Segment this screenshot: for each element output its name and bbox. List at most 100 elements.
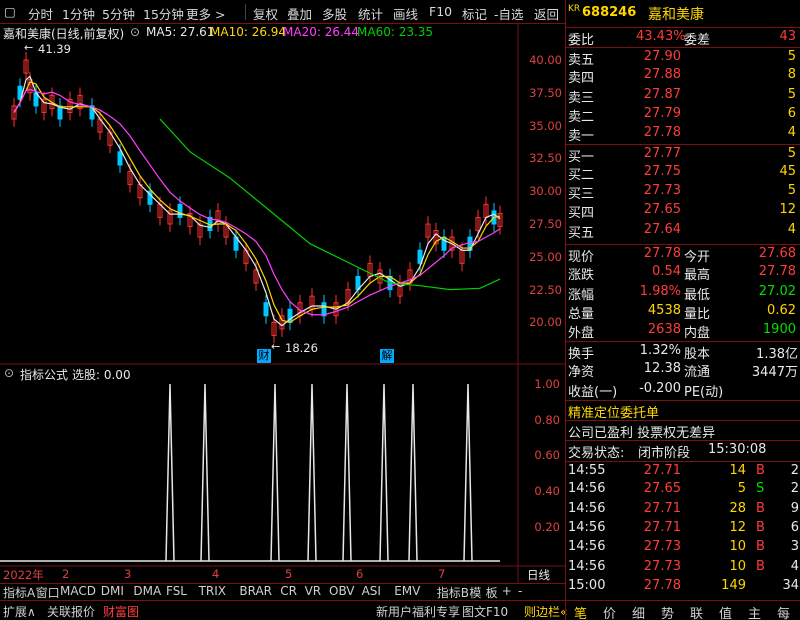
- bid-row[interactable]: 买四 27.65 12: [566, 201, 800, 221]
- add-watchlist-button[interactable]: -自选: [494, 4, 524, 23]
- time-axis: 2022年 2 3 4 5 6 7 日线: [0, 566, 565, 582]
- bottom-tab[interactable]: 财富图: [103, 603, 139, 620]
- indicator-tab[interactable]: 指标A: [3, 584, 35, 601]
- signal-spike: [165, 383, 175, 562]
- signal-spike: [307, 383, 317, 562]
- bottom-tab[interactable]: 新用户福利专享: [376, 603, 460, 620]
- fuquan-button[interactable]: 复权: [253, 4, 278, 23]
- quote-tab[interactable]: 笔: [574, 603, 587, 620]
- stat-row: 收益(一) -0.200 PE(动): [568, 380, 724, 400]
- bid-row[interactable]: 买一 27.77 5: [566, 143, 800, 165]
- indicator-tab[interactable]: CR: [280, 584, 297, 598]
- weibi-row: 委比 43.43% 委差 43: [566, 27, 800, 48]
- toolbar-icon[interactable]: ▢: [4, 4, 16, 19]
- ma60-label: MA60: 23.35: [357, 25, 434, 39]
- indicator-title[interactable]: 指标公式: [20, 366, 68, 383]
- arrow-icon: ←: [271, 340, 281, 353]
- bottom-tab[interactable]: 关联报价: [47, 603, 95, 620]
- indicator-tab[interactable]: 窗口: [36, 584, 60, 601]
- ask-row[interactable]: 卖二 27.79 6: [566, 105, 800, 125]
- indicator-tab[interactable]: ASI: [362, 584, 381, 598]
- market-badge: KR: [568, 4, 581, 14]
- unlock-marker[interactable]: 解: [380, 349, 394, 363]
- promo-row[interactable]: 精准定位委托单: [566, 400, 800, 421]
- draw-line-button[interactable]: 画线: [393, 4, 418, 23]
- tab-15min[interactable]: 15分钟: [143, 4, 184, 23]
- bottom-tab[interactable]: 图文F10: [462, 603, 508, 620]
- time-label: 4: [212, 567, 220, 581]
- tick-row: 14:56 27.71 12 B 6: [568, 519, 799, 535]
- bottom-tabs: 扩展∧ 关联报价 财富图 新用户福利专享 图文F10 则边栏«: [0, 600, 567, 620]
- stats-button[interactable]: 统计: [358, 4, 383, 23]
- indicator-tab[interactable]: DMA: [133, 584, 161, 598]
- bottom-tab[interactable]: 则边栏«: [524, 603, 567, 620]
- quote-tab[interactable]: 每: [777, 603, 790, 620]
- tick-row: 14:56 27.73 10 B 4: [568, 558, 799, 574]
- tab-1min[interactable]: 1分钟: [62, 4, 95, 23]
- indicator-value: 选股: 0.00: [72, 368, 131, 382]
- indicator-tab[interactable]: OBV: [329, 584, 355, 598]
- tab-more[interactable]: 更多 >: [186, 4, 225, 23]
- info-row: 公司已盈利 投票权无差异: [566, 420, 800, 441]
- indicator-tab[interactable]: TRIX: [199, 584, 226, 598]
- kline-chart-canvas[interactable]: [0, 0, 565, 620]
- back-button[interactable]: 返回: [534, 4, 559, 23]
- mark-button[interactable]: 标记: [462, 4, 487, 23]
- indicator-tab[interactable]: 板: [486, 584, 498, 601]
- indicator-tab[interactable]: 模: [469, 584, 481, 601]
- overlay-button[interactable]: 叠加: [287, 4, 312, 23]
- ask-row[interactable]: 卖四 27.88 8: [566, 66, 800, 86]
- price-tick-label: 27.50: [529, 217, 562, 231]
- chevron-down-icon[interactable]: ⊙: [4, 366, 14, 380]
- multi-stock-button[interactable]: 多股: [322, 4, 347, 23]
- quote-tab[interactable]: 势: [661, 603, 674, 620]
- quote-tab[interactable]: 细: [632, 603, 645, 620]
- tab-5min[interactable]: 5分钟: [102, 4, 135, 23]
- indicator-tabs: 指标A 窗口 MACD DMI DMA FSL TRIX BRAR CR VR OBV ASI EMV 指…: [0, 583, 565, 600]
- indicator-tab[interactable]: VR: [305, 584, 322, 598]
- indicator-tab[interactable]: +: [502, 584, 512, 598]
- indicator-tab[interactable]: MACD: [60, 584, 96, 598]
- indicator-tick-label: 0.40: [534, 484, 560, 499]
- indicator-tab[interactable]: DMI: [101, 584, 124, 598]
- signal-spike: [379, 383, 389, 562]
- quote-tab[interactable]: 值: [719, 603, 732, 620]
- tick-row: 14:56 27.65 5 S 2: [568, 481, 799, 497]
- tick-row: 14:56 27.71 28 B 9: [568, 500, 799, 516]
- quote-tab[interactable]: 价: [603, 603, 616, 620]
- bid-row[interactable]: 买三 27.73 5: [566, 182, 800, 202]
- stock-name: 嘉和美康: [648, 7, 704, 23]
- indicator-tab[interactable]: EMV: [394, 584, 420, 598]
- ask-row[interactable]: 卖五 27.90 5: [566, 47, 800, 68]
- indicator-tab[interactable]: BRAR: [239, 584, 272, 598]
- indicator-tick-label: 0.20: [534, 519, 560, 534]
- price-tick-label: 37.50: [529, 85, 562, 100]
- quote-tab[interactable]: 联: [690, 603, 703, 620]
- indicator-tab[interactable]: FSL: [166, 584, 187, 598]
- chevron-down-icon[interactable]: ⊙: [130, 25, 140, 39]
- tick-row: 15:00 27.78 149 34: [568, 577, 799, 593]
- quote-tab[interactable]: 主: [748, 603, 761, 620]
- signal-spike: [200, 383, 210, 562]
- tick-row: 14:56 27.73 10 B 3: [568, 539, 799, 555]
- bid-row[interactable]: 买五 27.64 4: [566, 221, 800, 241]
- bid-row[interactable]: 买二 27.75 45: [566, 163, 800, 183]
- ask-row[interactable]: 卖三 27.87 5: [566, 86, 800, 106]
- ma5-label: MA5: 27.61: [146, 25, 215, 39]
- indicator-tick-label: 0.80: [534, 412, 560, 427]
- bottom-tab[interactable]: 扩展∧: [3, 603, 36, 620]
- indicator-tick-label: 0.60: [534, 448, 560, 463]
- quote-panel: KR 688246 嘉和美康 委比 43.43% 委差 43 卖五 27.90 5 卖…: [565, 0, 800, 620]
- indicator-tab[interactable]: 指标B: [437, 584, 469, 601]
- chart-title: 嘉和美康(日线,前复权): [3, 27, 125, 41]
- period-label[interactable]: 日线: [527, 567, 550, 583]
- tab-timeshare[interactable]: 分时: [28, 4, 53, 23]
- f10-button[interactable]: F10: [429, 4, 452, 19]
- indicator-tab[interactable]: -: [518, 584, 522, 598]
- stat-row: 涨幅 1.98% 最低 27.02: [568, 283, 796, 303]
- high-price-label: 41.39: [38, 42, 71, 56]
- ask-row[interactable]: 卖一 27.78 4: [566, 124, 800, 144]
- finance-marker[interactable]: 财: [257, 349, 271, 363]
- stock-code: 688246: [582, 5, 637, 20]
- signal-spike: [463, 383, 473, 562]
